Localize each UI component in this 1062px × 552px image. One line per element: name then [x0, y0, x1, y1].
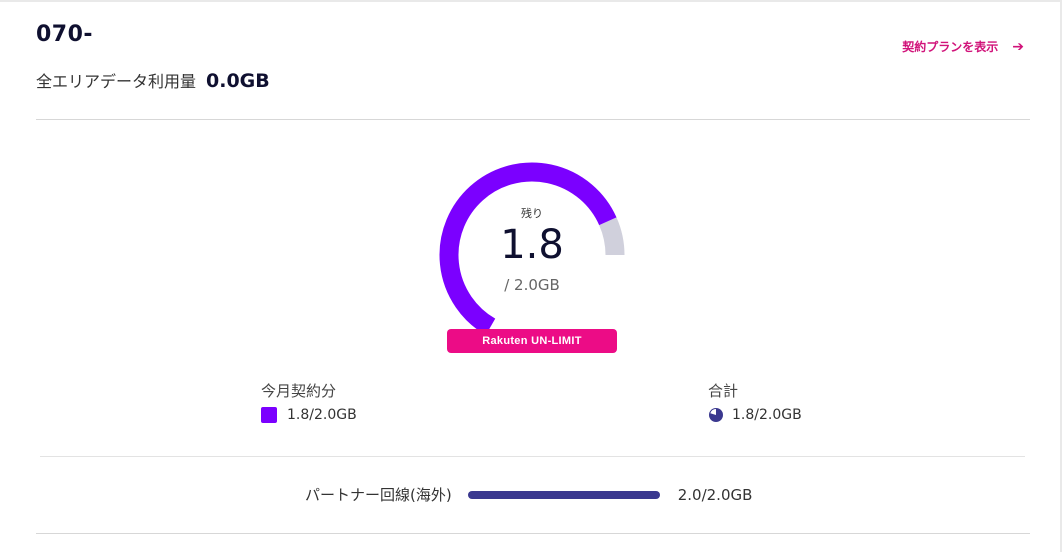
monthly-value: 1.8/2.0GB — [287, 407, 357, 423]
stats-divider — [40, 456, 1025, 457]
footer-divider — [36, 533, 1030, 534]
arrow-right-icon: ➔ — [1012, 38, 1024, 55]
monthly-color-square — [261, 407, 277, 423]
usage-value: 0.0GB — [206, 70, 270, 92]
view-plan-link[interactable]: 契約プランを表示 ➔ — [902, 38, 1024, 55]
total-usage-row: 全エリアデータ利用量 0.0GB — [36, 68, 270, 92]
usage-label: 全エリアデータ利用量 — [36, 72, 197, 91]
total-value: 1.8/2.0GB — [732, 407, 802, 423]
remaining-total: / 2.0GB — [504, 276, 560, 294]
monthly-title: 今月契約分 — [261, 382, 337, 400]
partner-usage-bar — [467, 490, 660, 499]
pie-chart-icon — [709, 408, 723, 422]
partner-line-row: パートナー回線(海外) 2.0/2.0GB — [305, 484, 752, 505]
partner-label: パートナー回線(海外) — [305, 486, 452, 504]
partner-value: 2.0/2.0GB — [677, 485, 753, 504]
total-stat: 合計 1.8/2.0GB — [708, 380, 802, 423]
data-usage-card: 070- 全エリアデータ利用量 0.0GB 契約プランを表示 ➔ 残り 1.8 … — [0, 0, 1062, 552]
remaining-label: 残り — [521, 207, 543, 220]
phone-number: 070- — [36, 22, 94, 47]
header-divider — [36, 119, 1030, 120]
view-plan-label: 契約プランを表示 — [902, 40, 999, 54]
total-title: 合計 — [708, 382, 739, 400]
monthly-stat: 今月契約分 1.8/2.0GB — [261, 380, 357, 423]
plan-badge: Rakuten UN-LIMIT — [447, 329, 617, 353]
remaining-value: 1.8 — [500, 222, 564, 268]
